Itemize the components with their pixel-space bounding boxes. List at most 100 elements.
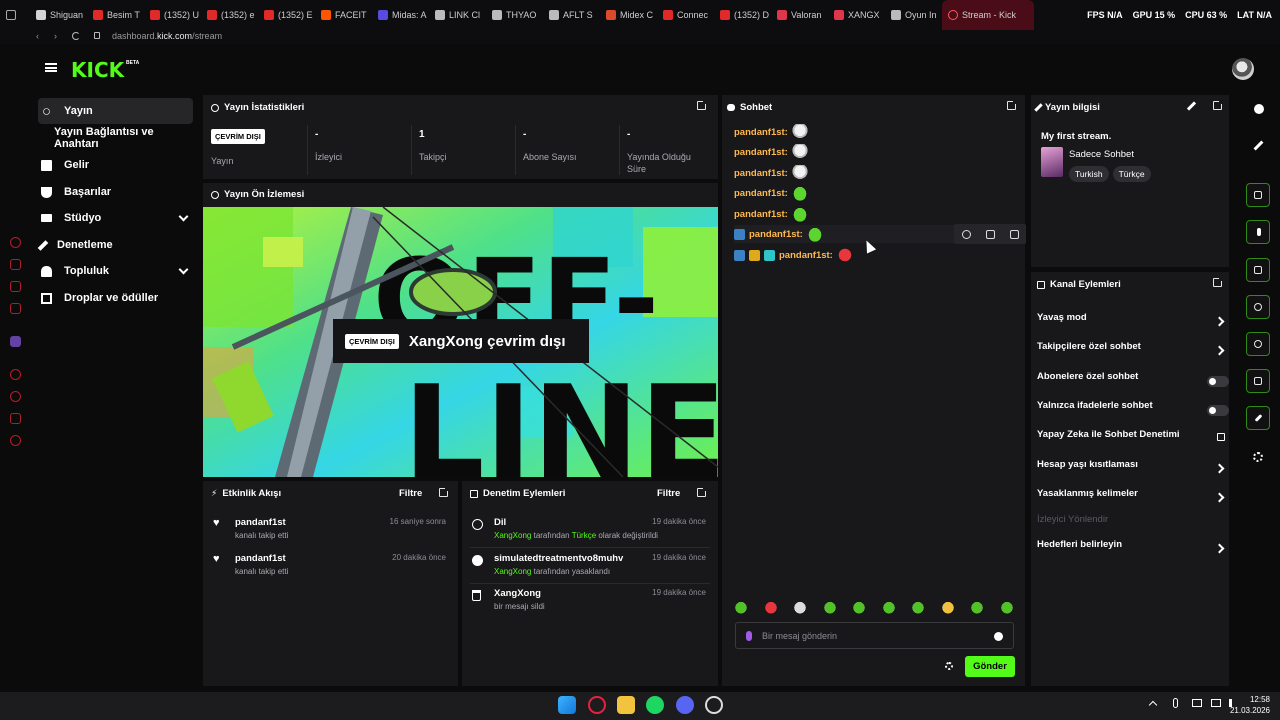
tag[interactable]: Türkçe: [1112, 166, 1151, 182]
browser-tab[interactable]: Connec: [657, 0, 714, 30]
nav-item-gelir[interactable]: Gelir: [38, 152, 193, 178]
browser-app-icon[interactable]: [705, 696, 723, 714]
action-account-age[interactable]: Hesap yaşı kısıtlaması: [1037, 459, 1229, 481]
browser-tab[interactable]: LINK Cl: [429, 0, 486, 30]
pin-icon[interactable]: [985, 229, 995, 239]
browser-tab[interactable]: (1352) U: [144, 0, 201, 30]
subscribers-only-toggle[interactable]: [1207, 376, 1229, 387]
category-name[interactable]: Sadece Sohbet: [1069, 149, 1134, 160]
spotify-icon[interactable]: [646, 696, 664, 714]
rail-button-activity[interactable]: [1246, 220, 1270, 244]
discord-icon[interactable]: [676, 696, 694, 714]
forward-icon[interactable]: ›: [54, 31, 57, 41]
tag[interactable]: Turkish: [1069, 166, 1109, 182]
chat-username[interactable]: pandanf1st:: [734, 168, 788, 179]
nav-item-studyo[interactable]: Stüdyo: [38, 205, 193, 231]
stream-preview[interactable]: OFF- LINE ÇEVRİM DIŞI XangXong çevrim dı…: [203, 207, 718, 477]
browser-tab[interactable]: Besim T: [87, 0, 144, 30]
popout-icon[interactable]: [1213, 100, 1223, 110]
extensions-icon[interactable]: [10, 413, 21, 424]
chat-username[interactable]: pandanf1st:: [734, 188, 788, 199]
emote-icon[interactable]: [940, 600, 955, 614]
nav-item-droplar[interactable]: Droplar ve ödüller: [38, 285, 193, 311]
activity-filter-button[interactable]: Filtre: [399, 488, 422, 499]
emotes-only-toggle[interactable]: [1207, 405, 1229, 416]
action-ai-moderation[interactable]: Yapay Zeka ile Sohbet Denetimi: [1037, 429, 1229, 451]
action-slow-mode[interactable]: Yavaş mod: [1037, 312, 1229, 334]
popout-icon[interactable]: [1007, 100, 1017, 110]
action-goals[interactable]: Hedefleri belirleyin: [1037, 539, 1229, 561]
opera-gx-icon[interactable]: [588, 696, 606, 714]
delete-icon[interactable]: [1009, 229, 1019, 239]
browser-tab[interactable]: AFLT S: [543, 0, 600, 30]
emote-icon[interactable]: [970, 600, 985, 614]
history-icon[interactable]: [10, 391, 21, 402]
emote-icon[interactable]: [881, 600, 896, 614]
nav-item-yayin[interactable]: Yayın: [38, 98, 193, 124]
rail-button-channel-actions[interactable]: [1246, 369, 1270, 393]
chat-message[interactable]: pandanf1st:: [734, 184, 808, 202]
moderation-filter-button[interactable]: Filtre: [657, 488, 680, 499]
user-avatar[interactable]: [1232, 58, 1254, 80]
apps-icon[interactable]: [1253, 452, 1263, 462]
tab-active-stream-kick[interactable]: Stream - Kick: [942, 0, 1034, 30]
info-icon[interactable]: [1254, 104, 1264, 114]
popout-icon[interactable]: [1213, 277, 1223, 287]
browser-tab[interactable]: (1352) D: [714, 0, 771, 30]
emote-icon[interactable]: [999, 600, 1014, 614]
twitch-icon[interactable]: [10, 336, 21, 347]
chat-username[interactable]: pandanf1st:: [779, 250, 833, 261]
opera-icon[interactable]: [10, 237, 21, 248]
rail-button-preview[interactable]: [1246, 332, 1270, 356]
file-explorer-icon[interactable]: [617, 696, 635, 714]
popout-icon[interactable]: [697, 487, 707, 497]
emoji-icon[interactable]: [994, 632, 1003, 641]
nav-item-stream-key[interactable]: Yayın Bağlantısı ve Anahtarı: [38, 125, 193, 151]
settings-icon[interactable]: [10, 435, 21, 446]
rail-button-stream-info[interactable]: [1246, 406, 1270, 430]
chat-username[interactable]: pandanf1st:: [734, 127, 788, 138]
chat-message[interactable]: pandanf1st:: [734, 123, 808, 141]
network-icon[interactable]: [1211, 699, 1221, 707]
nav-item-denetleme[interactable]: Denetleme: [37, 232, 193, 258]
messenger-icon[interactable]: [10, 303, 21, 314]
emote-icon[interactable]: [852, 600, 867, 614]
chat-message[interactable]: pandanf1st:: [734, 246, 853, 264]
player-icon[interactable]: [10, 369, 21, 380]
kick-logo[interactable]: KICK: [71, 58, 124, 82]
action-banned-words[interactable]: Yasaklanmış kelimeler: [1037, 488, 1229, 510]
emote-icon[interactable]: [793, 600, 808, 614]
rail-button-moderation[interactable]: [1246, 258, 1270, 282]
browser-tab[interactable]: FACEIT: [315, 0, 372, 30]
back-icon[interactable]: ‹: [36, 31, 39, 41]
rail-button-stats[interactable]: [1246, 183, 1270, 207]
browser-tab[interactable]: Midex C: [600, 0, 657, 30]
display-icon[interactable]: [1192, 699, 1202, 707]
pencil-icon[interactable]: [1253, 140, 1264, 151]
nav-item-topluluk[interactable]: Topluluk: [38, 258, 193, 284]
chat-username[interactable]: pandanf1st:: [734, 209, 788, 220]
chat-username[interactable]: pandanf1st:: [749, 229, 803, 240]
microphone-icon[interactable]: [1173, 698, 1178, 708]
timeout-icon[interactable]: [961, 229, 971, 239]
bag-icon[interactable]: [10, 259, 21, 270]
browser-tab[interactable]: Shiguan: [30, 0, 87, 30]
browser-tab[interactable]: (1352) E: [258, 0, 315, 30]
chat-username[interactable]: pandanf1st:: [734, 147, 788, 158]
edit-icon[interactable]: [1186, 101, 1197, 111]
emote-icon[interactable]: [734, 600, 748, 614]
emote-icon[interactable]: [822, 600, 837, 614]
browser-tab[interactable]: Oyun In: [885, 0, 942, 30]
stack-icon[interactable]: [10, 281, 21, 292]
action-followers-only[interactable]: Takipçilere özel sohbet: [1037, 341, 1229, 363]
rail-button-chat[interactable]: [1246, 295, 1270, 319]
url-field[interactable]: dashboard.kick.com/stream: [112, 31, 222, 41]
chat-message[interactable]: pandanf1st:: [734, 205, 808, 223]
microphone-icon[interactable]: [746, 630, 752, 641]
browser-tab-first[interactable]: [0, 0, 30, 30]
chat-message[interactable]: pandanf1st:: [734, 164, 808, 182]
reload-icon[interactable]: [72, 32, 80, 40]
send-button[interactable]: Gönder: [965, 656, 1015, 677]
chat-message[interactable]: pandanf1st:: [734, 143, 808, 161]
chat-input[interactable]: Bir mesaj gönderin: [735, 622, 1014, 649]
